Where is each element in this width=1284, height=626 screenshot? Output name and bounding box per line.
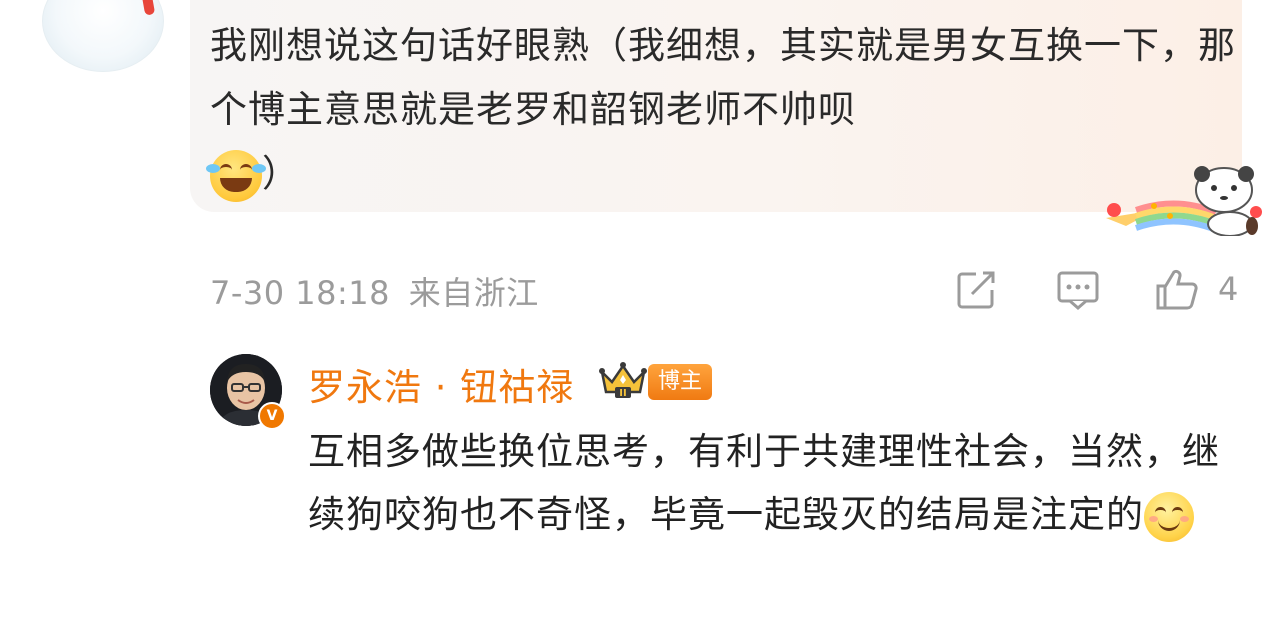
comment-body: 我刚想说这句话好眼熟（我细想，其实就是男女互换一下，那个博主意思就是老罗和韶钢老… [210,24,1236,131]
panda-sticker-icon [1106,166,1262,236]
share-icon[interactable] [954,268,998,312]
commenter-avatar[interactable] [42,0,164,72]
blogger-badge: 博主 [648,364,713,400]
like-count: 4 [1218,270,1239,308]
crown-icon: II [599,362,647,399]
like-icon[interactable] [1154,268,1198,312]
reply-author-name[interactable]: 罗永浩 · 钮祜禄 [308,357,574,411]
verified-mark: V [266,408,278,424]
verified-badge: V [258,402,286,430]
comment-date: 7-30 18:18 [210,274,391,312]
comment-location: 来自浙江 [408,274,539,312]
reply-text: 互相多做些换位思考，有利于共建理性社会，当然，继续狗咬狗也不奇怪，毕竟一起毁灭的… [308,420,1248,546]
comment-tail: ） [262,152,300,195]
comment-icon[interactable] [1056,268,1100,312]
crown-level: II [619,388,626,399]
laugh-cry-icon [206,149,266,202]
smile-icon [1144,491,1194,542]
comment-meta: 7-30 18:18 来自浙江 [210,268,539,314]
comment-text: 我刚想说这句话好眼熟（我细想，其实就是男女互换一下，那个博主意思就是老罗和韶钢老… [206,14,1240,206]
reply-body: 互相多做些换位思考，有利于共建理性社会，当然，继续狗咬狗也不奇怪，毕竟一起毁灭的… [308,430,1220,536]
scarf-tail-decoration [140,0,156,16]
